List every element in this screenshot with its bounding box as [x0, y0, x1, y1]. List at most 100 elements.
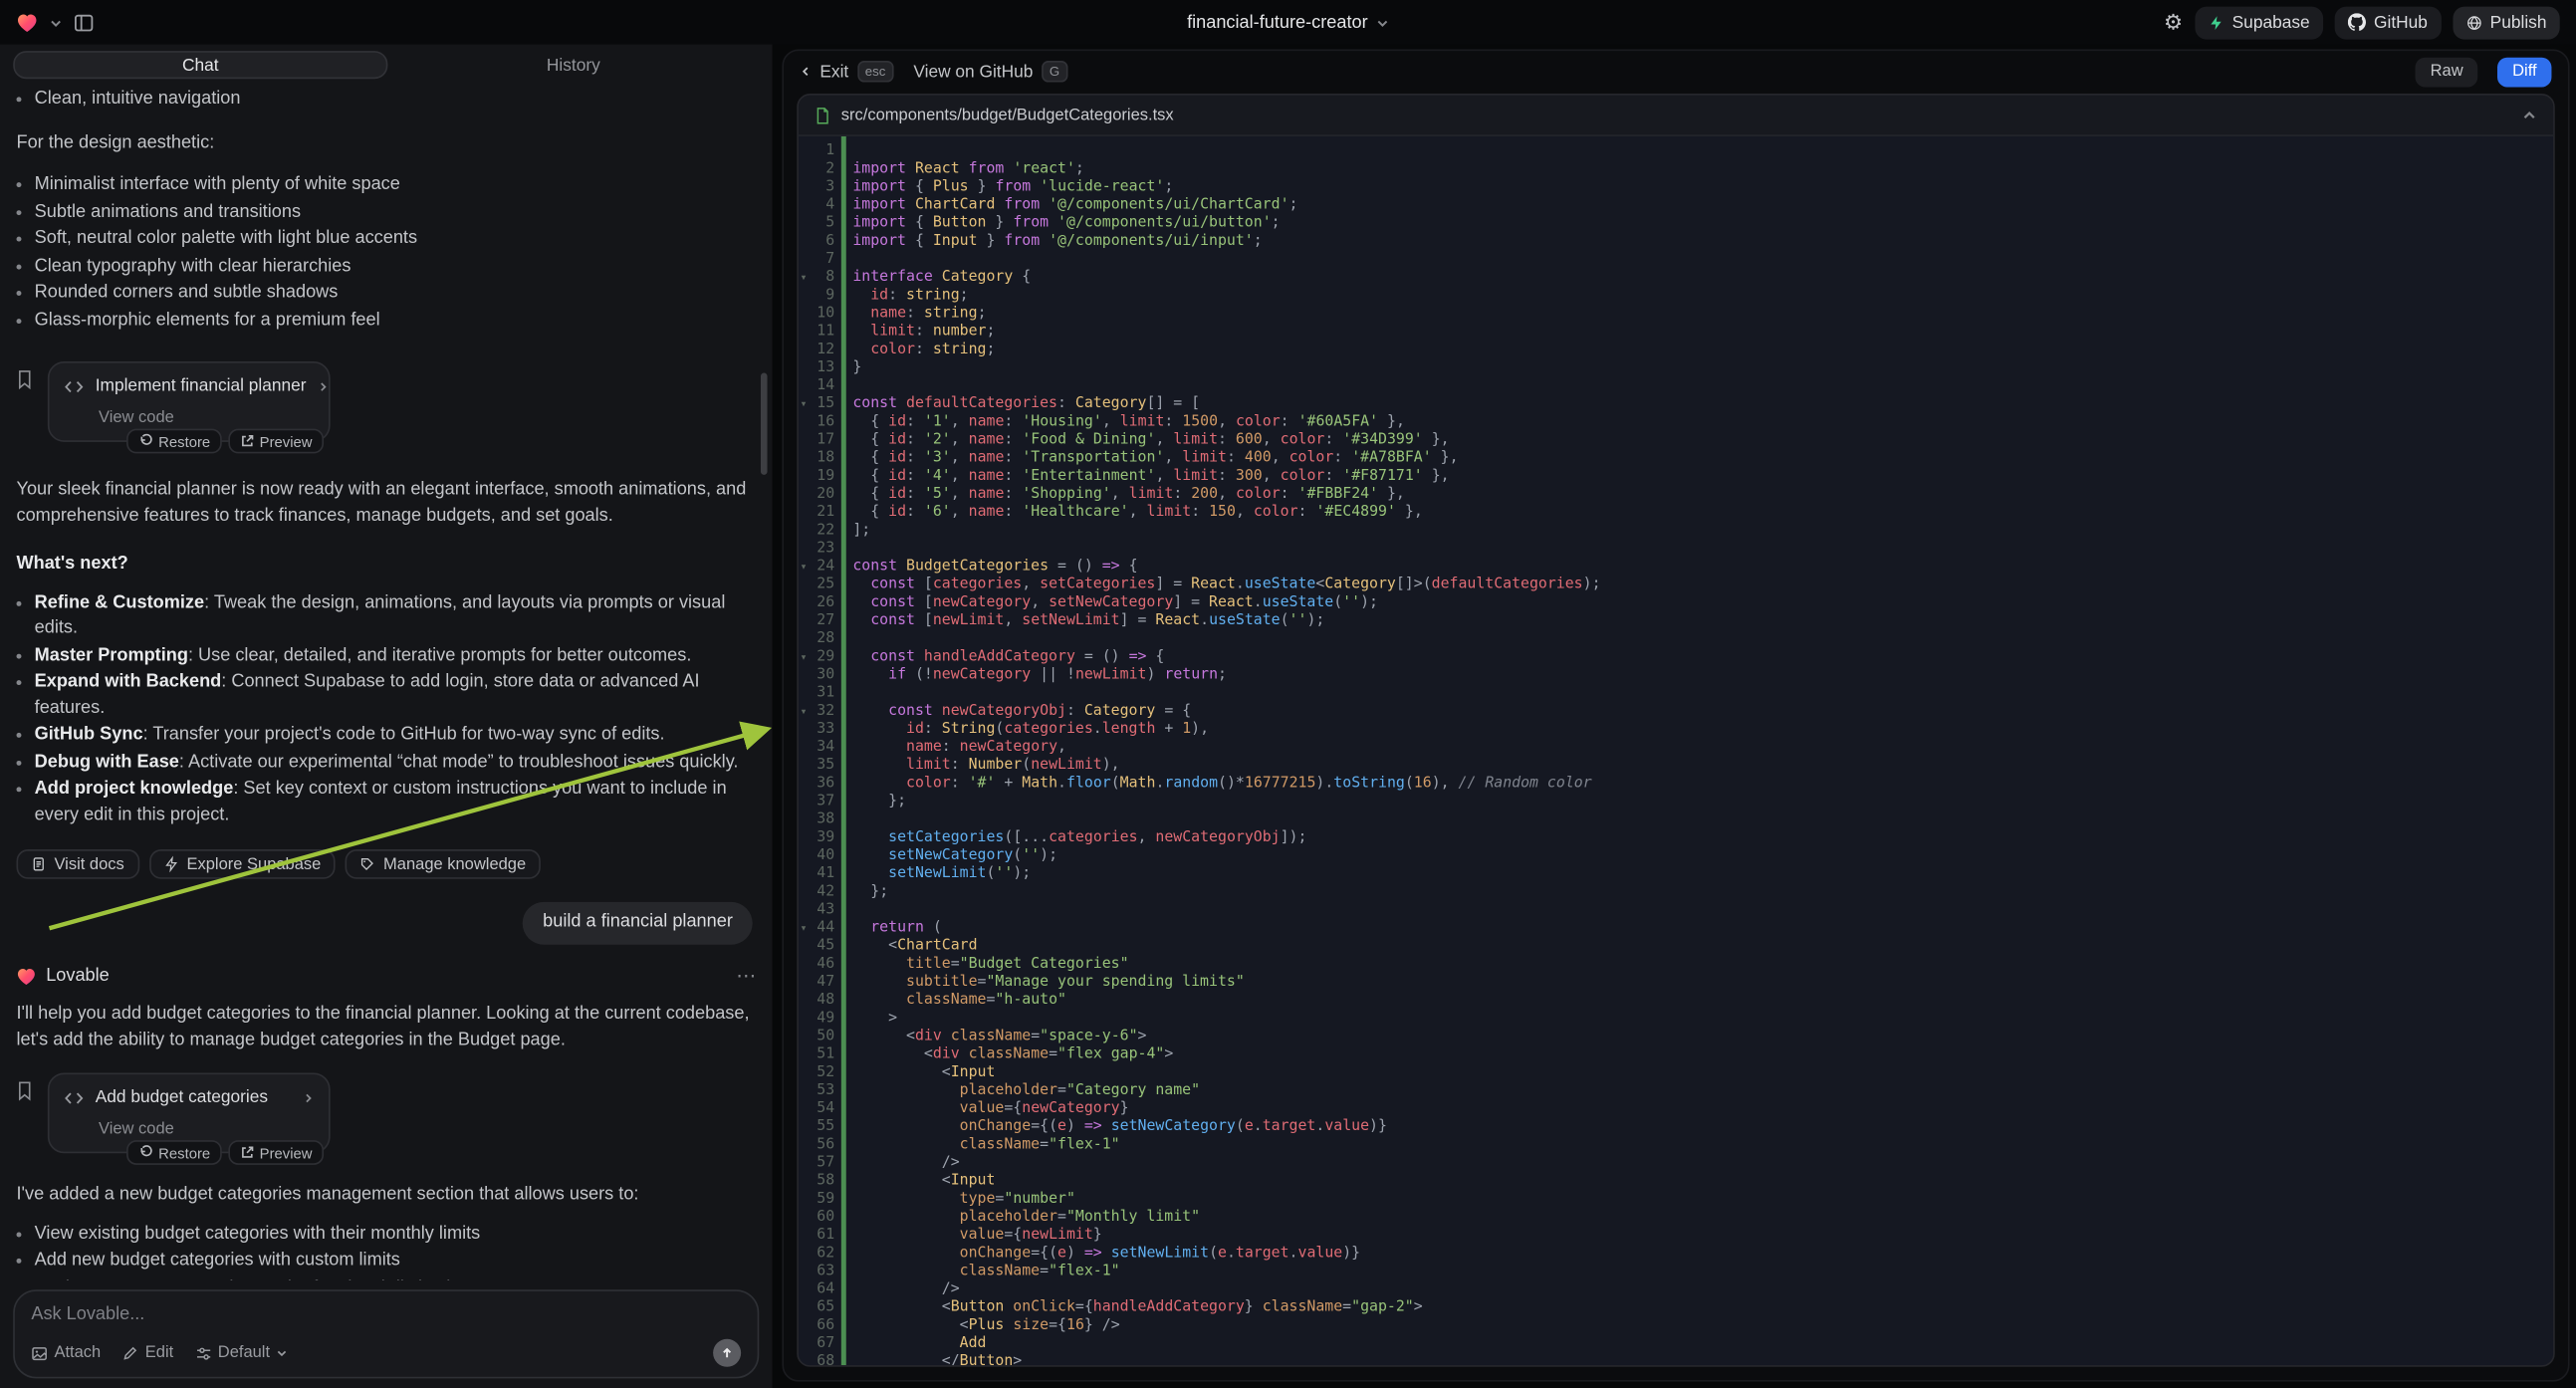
code-line: 32▾ const newCategoryObj: Category = {	[799, 703, 2553, 721]
exit-button[interactable]: Exit esc	[801, 61, 894, 82]
restore-button[interactable]: Restore	[127, 1140, 222, 1165]
code-content: }	[834, 359, 861, 377]
line-number: 46	[799, 956, 834, 974]
view-code-link[interactable]: View code	[99, 1116, 314, 1142]
project-title: financial-future-creator	[1187, 12, 1368, 32]
code-content: <ChartCard	[834, 938, 977, 956]
sliders-icon	[195, 1345, 212, 1362]
code-line: 23	[799, 541, 2553, 559]
visit-docs-button[interactable]: Visit docs	[17, 849, 139, 879]
code-content: placeholder="Monthly limit"	[834, 1209, 1200, 1227]
lovable-logo-heart-icon[interactable]	[17, 12, 38, 32]
code-content: import { Plus } from 'lucide-react';	[834, 179, 1173, 197]
line-number: 36	[799, 776, 834, 794]
logo-chevron-down-icon[interactable]	[50, 16, 63, 29]
fold-chevron-icon[interactable]: ▾	[801, 270, 808, 288]
code-line: 7	[799, 251, 2553, 269]
code-content: const handleAddCategory = () => {	[834, 649, 1164, 667]
send-button[interactable]	[713, 1339, 741, 1367]
line-number: 22	[799, 523, 834, 541]
fold-chevron-icon[interactable]: ▾	[801, 703, 808, 721]
code-content: import { Button } from '@/components/ui/…	[834, 215, 1280, 233]
supabase-button[interactable]: Supabase	[2195, 6, 2323, 39]
line-number: 5	[799, 215, 834, 233]
line-number: 49	[799, 1011, 834, 1029]
explore-supabase-button[interactable]: Explore Supabase	[149, 849, 337, 879]
code-content: id: String(categories.length + 1),	[834, 721, 1209, 739]
bullet-dot	[17, 182, 22, 187]
version-card-actions: Restore Preview	[127, 1140, 324, 1165]
version-card-implement-financial-planner[interactable]: Implement financial planner View code	[48, 361, 331, 442]
fold-chevron-icon[interactable]: ▾	[801, 649, 808, 667]
sidebar-toggle-icon[interactable]	[74, 12, 94, 32]
code-content: <Input	[834, 1064, 995, 1082]
line-number: 28	[799, 631, 834, 649]
tab-history[interactable]: History	[387, 51, 759, 79]
tab-chat[interactable]: Chat	[13, 51, 387, 79]
code-editor[interactable]: 1 2import React from 'react';3import { P…	[799, 136, 2553, 1365]
diff-toggle-button[interactable]: Diff	[2497, 57, 2551, 87]
settings-gear-icon[interactable]: ⚙	[2164, 12, 2183, 33]
fold-chevron-icon[interactable]: ▾	[801, 920, 808, 938]
assistant-paragraph: I'll help you add budget categories to t…	[17, 1003, 757, 1053]
preview-button[interactable]: Preview	[228, 429, 324, 454]
code-line: 10 name: string;	[799, 306, 2553, 324]
code-content: const newCategoryObj: Category = {	[834, 703, 1191, 721]
restore-button[interactable]: Restore	[127, 429, 222, 454]
github-kbd: G	[1042, 61, 1068, 82]
edit-button[interactable]: Edit	[122, 1344, 174, 1362]
code-line: 61 value={newLimit}	[799, 1228, 2553, 1246]
assistant-name: Lovable	[46, 964, 110, 990]
code-content: className="flex-1"	[834, 1264, 1119, 1281]
line-number: 13	[799, 359, 834, 377]
user-message: build a financial planner	[523, 902, 752, 944]
bullet-dot	[17, 209, 22, 214]
line-number: 17	[799, 432, 834, 450]
bookmark-icon[interactable]	[17, 369, 34, 389]
attach-button[interactable]: Attach	[31, 1344, 101, 1362]
line-number: 9	[799, 288, 834, 306]
chat-scrollbar-thumb[interactable]	[761, 373, 768, 475]
version-card-row: Implement financial planner View code	[17, 361, 757, 442]
more-options-icon[interactable]: ⋯	[736, 964, 756, 990]
project-switcher[interactable]: financial-future-creator	[1187, 12, 1389, 32]
chat-message-list[interactable]: Clean, intuitive navigation For the desi…	[0, 83, 773, 1280]
project-chevron-down-icon	[1376, 16, 1389, 29]
version-card-row: Add budget categories View code	[17, 1072, 757, 1153]
line-number: 51	[799, 1046, 834, 1064]
line-number: 30	[799, 667, 834, 685]
bullet-dot	[17, 1259, 22, 1264]
fold-chevron-icon[interactable]: ▾	[801, 559, 808, 577]
code-line: 27 const [newLimit, setNewLimit] = React…	[799, 612, 2553, 630]
github-button[interactable]: GitHub	[2334, 6, 2441, 39]
code-content: setNewLimit('');	[834, 866, 1031, 884]
github-icon	[2348, 13, 2366, 31]
list-item: Clean, intuitive navigation	[17, 87, 757, 113]
code-content	[834, 631, 861, 649]
collapse-chevron-up-icon[interactable]	[2522, 108, 2537, 122]
fold-chevron-icon[interactable]: ▾	[801, 396, 808, 414]
line-number: 25	[799, 577, 834, 594]
file-header[interactable]: src/components/budget/BudgetCategories.t…	[799, 96, 2553, 136]
bullet-dot	[17, 733, 22, 738]
design-heading: For the design aesthetic:	[17, 130, 757, 156]
view-on-github-button[interactable]: View on GitHub G	[913, 61, 1067, 82]
line-number: 10	[799, 306, 834, 324]
view-code-link[interactable]: View code	[99, 405, 314, 431]
line-number: 42	[799, 884, 834, 902]
code-content: color: string;	[834, 342, 995, 359]
bullet-dot	[17, 97, 22, 102]
code-content: ];	[834, 523, 870, 541]
bookmark-icon[interactable]	[17, 1081, 34, 1101]
code-line: 22];	[799, 523, 2553, 541]
mode-selector[interactable]: Default	[195, 1344, 289, 1362]
raw-toggle-button[interactable]: Raw	[2416, 57, 2478, 87]
publish-button[interactable]: Publish	[2453, 6, 2560, 39]
preview-button[interactable]: Preview	[228, 1140, 324, 1165]
version-card-add-budget-categories[interactable]: Add budget categories View code	[48, 1072, 331, 1153]
code-line: 47 subtitle="Manage your spending limits…	[799, 974, 2553, 992]
line-number: 26	[799, 594, 834, 612]
chat-input[interactable]	[31, 1304, 741, 1324]
manage-knowledge-button[interactable]: Manage knowledge	[346, 849, 541, 879]
line-number: 21	[799, 505, 834, 523]
